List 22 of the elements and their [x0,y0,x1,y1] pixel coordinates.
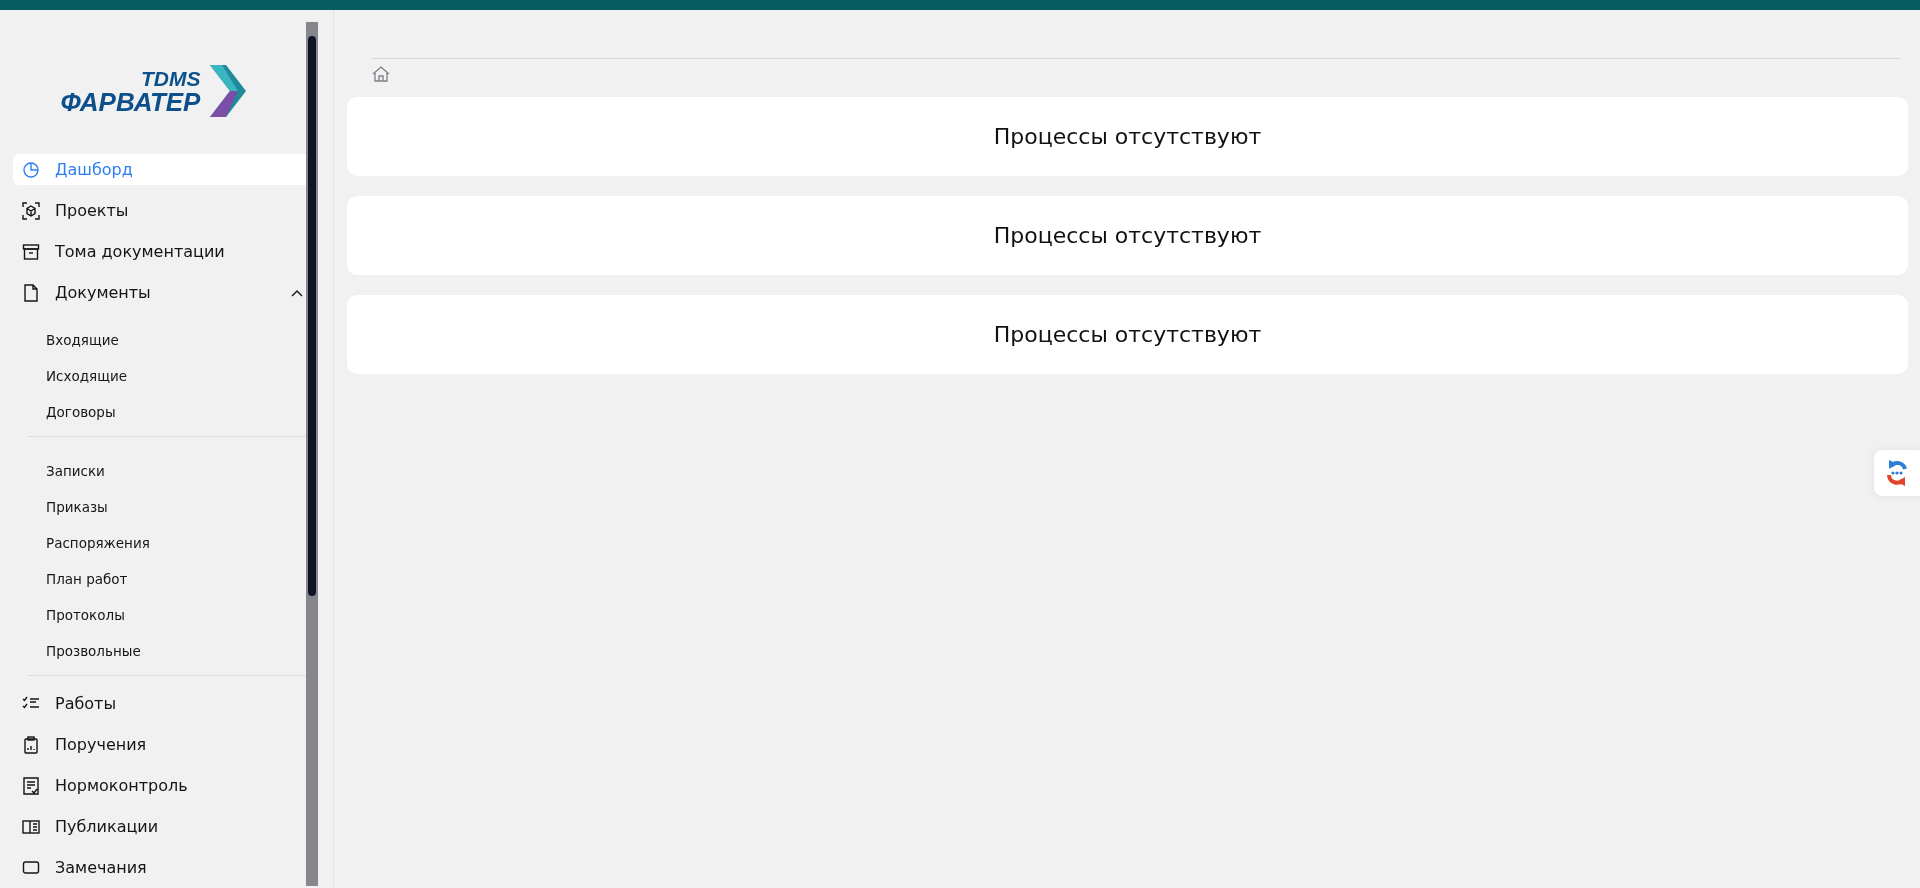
submenu-item[interactable]: Исходящие [28,358,306,394]
nav-item[interactable]: Проекты [13,195,306,226]
nav-item[interactable]: Документы [13,277,306,308]
submenu-item[interactable]: Распоряжения [28,525,306,561]
submenu-item[interactable]: Приказы [28,489,306,525]
nav-item[interactable]: Замечания [13,852,306,883]
submenu-item[interactable]: Договоры [28,394,306,430]
nav-item[interactable]: Работы [13,688,306,719]
empty-message: Процессы отсутствуют [993,322,1262,347]
empty-message: Процессы отсутствуют [993,124,1262,149]
submenu-item[interactable]: Входящие [28,322,306,358]
empty-message: Процессы отсутствуют [993,223,1262,248]
nav-item[interactable]: Нормоконтроль [13,770,306,801]
nav-item[interactable]: Дашборд [13,154,306,185]
nav-item[interactable]: Поручения [13,729,306,760]
submenu-item[interactable]: Записки [28,453,306,489]
nav-item[interactable]: Тома документации [13,236,306,267]
submenu-item[interactable]: План работ [28,561,306,597]
logo[interactable]: TDMS ФАРВАТЕР [13,50,306,132]
nav-item[interactable]: Публикации [13,811,306,842]
submenu-item[interactable]: Протоколы [28,597,306,633]
submenu-item[interactable]: Прозвольные [28,633,306,669]
